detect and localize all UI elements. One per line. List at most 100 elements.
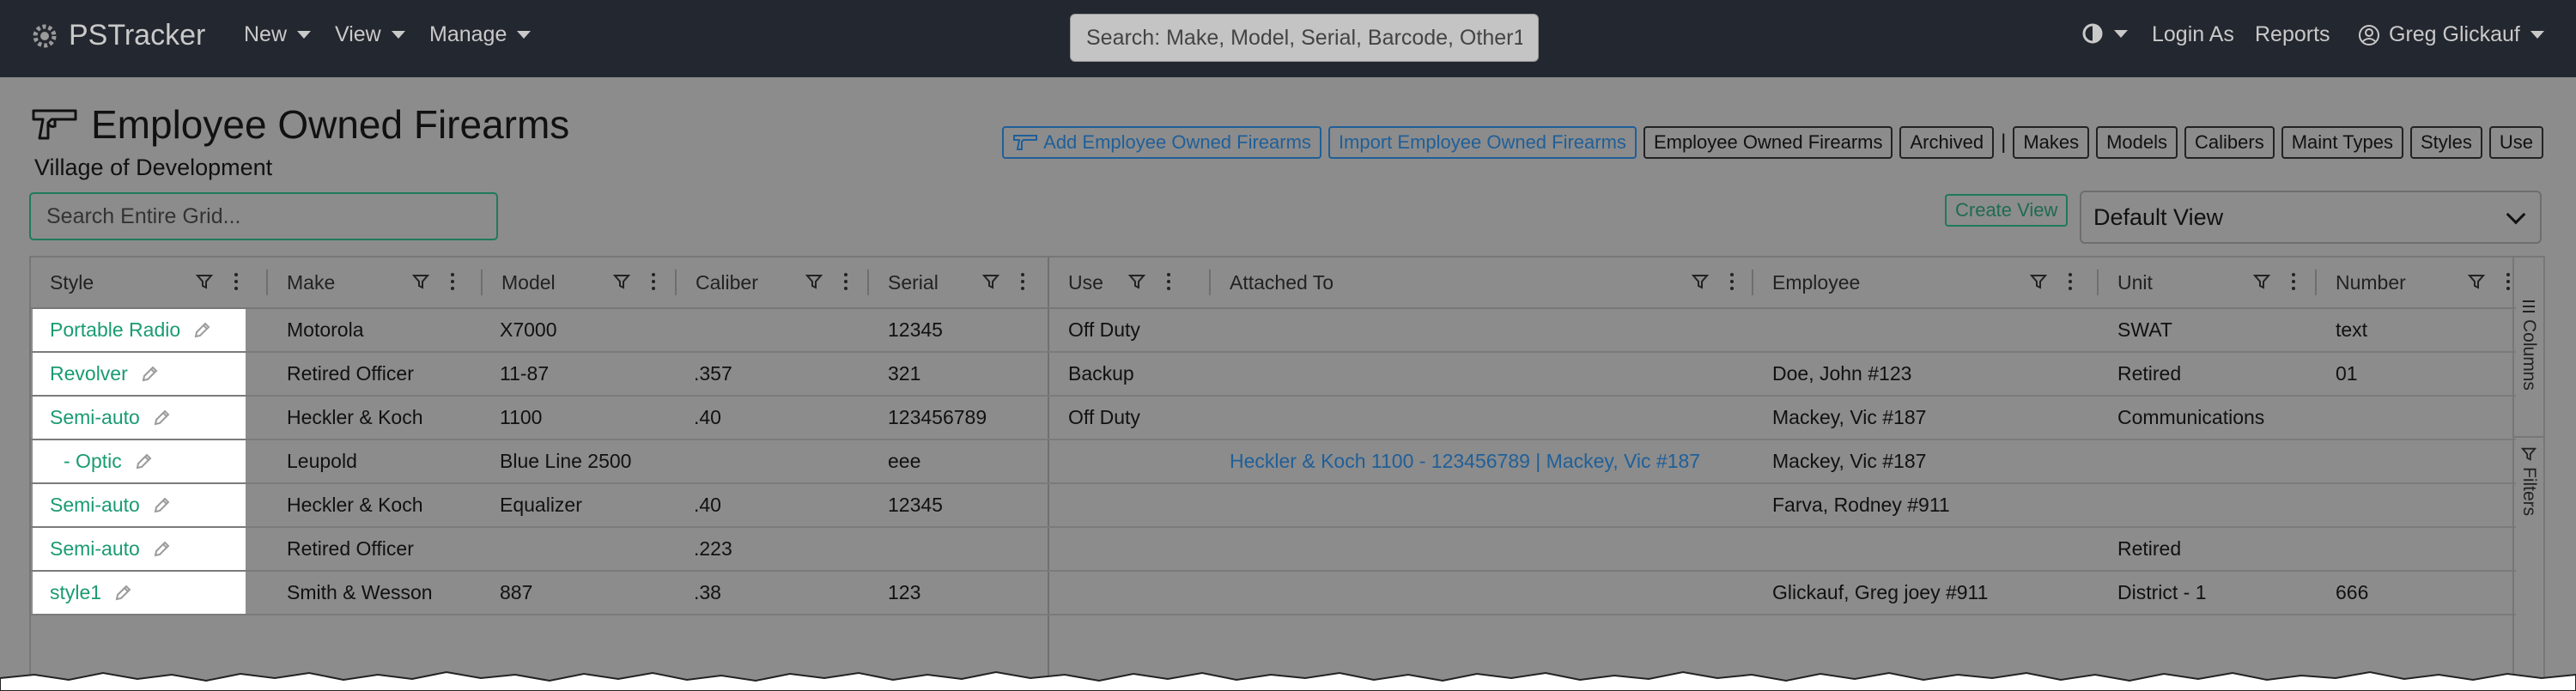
column-header-label: Caliber xyxy=(696,270,758,294)
column-menu-icon[interactable] xyxy=(2506,271,2511,292)
column-header-serial[interactable]: Serial xyxy=(869,258,1046,307)
style-link[interactable]: Semi-auto xyxy=(50,537,140,561)
nav-menu-new[interactable]: New xyxy=(244,22,312,47)
column-menu-icon[interactable] xyxy=(1020,271,1025,292)
table-row[interactable]: Semi-auto Heckler & Koch 1100 .40 123456… xyxy=(31,397,2516,440)
filter-icon[interactable] xyxy=(805,273,823,290)
columns-tool-tab[interactable]: Columns xyxy=(2514,299,2543,391)
style-cell[interactable]: Revolver xyxy=(33,353,246,395)
caliber-cell: .223 xyxy=(694,537,732,560)
nav-menu-manage[interactable]: Manage xyxy=(429,22,532,47)
filter-icon[interactable] xyxy=(2468,273,2485,290)
style-cell[interactable]: Semi-auto xyxy=(33,528,246,570)
column-menu-icon[interactable] xyxy=(2068,271,2073,292)
models-button[interactable]: Models xyxy=(2096,126,2178,159)
filter-icon[interactable] xyxy=(412,273,429,290)
column-header-use[interactable]: Use xyxy=(1049,258,1209,307)
use-button[interactable]: Use xyxy=(2488,126,2543,159)
employee-owned-firearms-button[interactable]: Employee Owned Firearms xyxy=(1643,126,1893,159)
columns-icon xyxy=(2523,300,2535,312)
employee-cell: Farva, Rodney #911 xyxy=(1772,494,1950,516)
style-link[interactable]: Semi-auto xyxy=(50,406,140,429)
global-search-input[interactable] xyxy=(1070,14,1539,62)
styles-button[interactable]: Styles xyxy=(2409,126,2482,159)
maint-types-button[interactable]: Maint Types xyxy=(2281,126,2403,159)
filter-icon[interactable] xyxy=(196,273,213,290)
table-row[interactable]: - Optic Leupold Blue Line 2500 eee Heckl… xyxy=(31,440,2516,484)
column-menu-icon[interactable] xyxy=(1729,271,1735,292)
serial-cell: 12345 xyxy=(888,318,943,341)
pencil-edit-icon[interactable] xyxy=(152,409,171,427)
table-row[interactable]: Semi-auto Retired Officer .223 Retired xyxy=(31,528,2516,572)
caliber-cell: .40 xyxy=(694,406,721,428)
column-header-label: Employee xyxy=(1772,270,1861,294)
reports-link[interactable]: Reports xyxy=(2255,22,2330,47)
column-header-make[interactable]: Make xyxy=(268,258,481,307)
column-menu-icon[interactable] xyxy=(2291,271,2296,292)
column-menu-icon[interactable] xyxy=(234,271,239,292)
style-cell[interactable]: Semi-auto xyxy=(33,397,246,439)
filter-icon[interactable] xyxy=(1128,273,1145,290)
column-header-caliber[interactable]: Caliber xyxy=(677,258,867,307)
style-cell[interactable]: - Optic xyxy=(33,440,246,482)
login-as-link[interactable]: Login As xyxy=(2152,22,2234,47)
pencil-edit-icon[interactable] xyxy=(152,496,171,515)
style-link[interactable]: - Optic xyxy=(64,450,122,473)
filter-icon[interactable] xyxy=(2253,273,2270,290)
pencil-edit-icon[interactable] xyxy=(134,452,153,471)
column-menu-icon[interactable] xyxy=(843,271,848,292)
table-row[interactable]: Portable Radio Motorola X7000 12345 Off … xyxy=(31,309,2516,353)
pencil-edit-icon[interactable] xyxy=(140,365,159,384)
number-cell: text xyxy=(2336,318,2368,341)
theme-toggle[interactable] xyxy=(2081,22,2128,45)
pistol-icon xyxy=(32,109,77,140)
add-employee-firearm-button[interactable]: Add Employee Owned Firearms xyxy=(1002,126,1321,159)
import-employee-firearm-button[interactable]: Import Employee Owned Firearms xyxy=(1327,126,1637,159)
column-header-unit[interactable]: Unit xyxy=(2099,258,2315,307)
style-link[interactable]: Portable Radio xyxy=(50,318,180,342)
archived-button[interactable]: Archived xyxy=(1899,126,1995,159)
serial-cell: 12345 xyxy=(888,494,943,516)
caliber-cell: .38 xyxy=(694,581,721,603)
column-header-label: Number xyxy=(2336,270,2406,294)
table-row[interactable]: Semi-auto Heckler & Koch Equalizer .40 1… xyxy=(31,484,2516,528)
column-menu-icon[interactable] xyxy=(1166,271,1171,292)
column-header-employee[interactable]: Employee xyxy=(1753,258,2097,307)
number-cell: 666 xyxy=(2336,581,2369,603)
column-menu-icon[interactable] xyxy=(651,271,656,292)
filter-icon[interactable] xyxy=(982,273,999,290)
filter-icon[interactable] xyxy=(2030,273,2047,290)
column-header-number[interactable]: Number xyxy=(2317,258,2516,307)
style-cell[interactable]: Semi-auto xyxy=(33,484,246,526)
column-header-model[interactable]: Model xyxy=(483,258,675,307)
attached-to-link[interactable]: Heckler & Koch 1100 - 123456789 | Mackey… xyxy=(1230,440,1700,482)
style-cell[interactable]: style1 xyxy=(33,572,246,614)
filters-tool-tab[interactable]: Filters xyxy=(2514,436,2543,516)
calibers-button[interactable]: Calibers xyxy=(2184,126,2275,159)
nav-menu-view[interactable]: View xyxy=(335,22,405,47)
brand[interactable]: PSTracker xyxy=(29,19,205,52)
table-row[interactable]: Revolver Retired Officer 11-87 .357 321 … xyxy=(31,353,2516,397)
user-menu[interactable]: Greg Glickauf xyxy=(2358,22,2544,47)
style-cell[interactable]: Portable Radio xyxy=(33,309,246,351)
makes-button[interactable]: Makes xyxy=(2013,126,2090,159)
style-link[interactable]: Semi-auto xyxy=(50,494,140,517)
serial-cell: 123 xyxy=(888,581,921,603)
pencil-edit-icon[interactable] xyxy=(113,584,132,603)
column-header-label: Attached To xyxy=(1230,270,1334,294)
make-cell: Retired Officer xyxy=(287,362,414,385)
column-header-style[interactable]: Style xyxy=(31,258,263,307)
style-link[interactable]: Revolver xyxy=(50,362,128,385)
filter-icon[interactable] xyxy=(1692,273,1709,290)
filter-icon[interactable] xyxy=(613,273,630,290)
employee-cell: Glickauf, Greg joey #911 xyxy=(1772,581,1989,603)
style-link[interactable]: style1 xyxy=(50,581,101,604)
table-row[interactable]: style1 Smith & Wesson 887 .38 123 Glicka… xyxy=(31,572,2516,615)
pencil-edit-icon[interactable] xyxy=(152,540,171,559)
create-view-button[interactable]: Create View xyxy=(1945,194,2069,227)
view-select[interactable]: Default View xyxy=(2080,191,2542,244)
grid-search-input[interactable] xyxy=(29,192,498,240)
column-header-attached-to[interactable]: Attached To xyxy=(1211,258,1752,307)
pencil-edit-icon[interactable] xyxy=(192,321,211,340)
column-menu-icon[interactable] xyxy=(450,271,455,292)
